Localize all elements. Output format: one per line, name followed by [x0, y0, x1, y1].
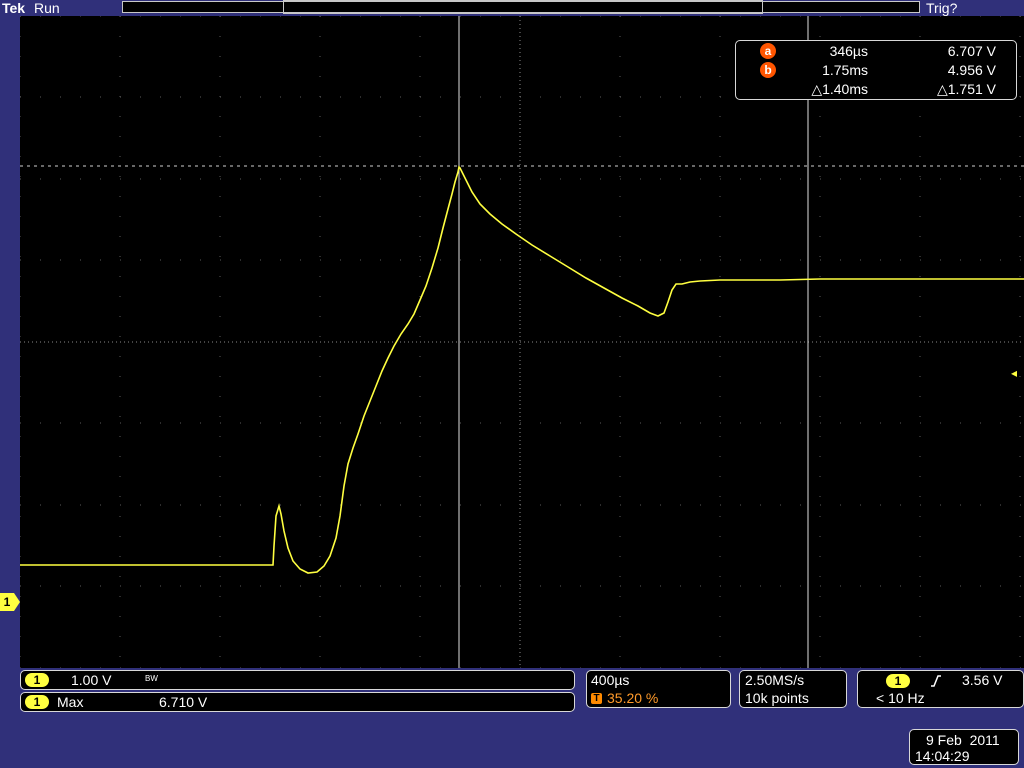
trigger-level-arrow-icon[interactable]: ◂	[1011, 366, 1023, 380]
record-length: 10k points	[745, 690, 809, 706]
rising-edge-icon	[931, 675, 941, 687]
cursor-delta-readout: △1.40ms △1.751 V	[736, 80, 1016, 98]
acquisition-panel[interactable]: 2.50MS/s 10k points	[739, 670, 847, 708]
ground-pointer-icon	[14, 593, 20, 611]
cursor-b-time: 1.75ms	[822, 62, 868, 78]
channel-1-scale-panel[interactable]: 1 1.00 V BW	[20, 670, 575, 690]
time-per-division: 400µs	[591, 672, 630, 688]
trigger-panel[interactable]: 1 3.56 V < 10 Hz	[857, 670, 1024, 708]
bandwidth-limit-icon: BW	[145, 674, 158, 683]
trigger-position-percent: 35.20 %	[607, 690, 659, 706]
graticule-svg	[20, 16, 1024, 668]
cursor-a-icon: a	[760, 43, 776, 59]
record-view-window	[283, 0, 763, 14]
cursor-b-value: 4.956 V	[947, 62, 996, 78]
trigger-source-badge: 1	[886, 674, 910, 688]
cursor-readout-panel: a 346µs 6.707 V b 1.75ms 4.956 V △1.40ms…	[735, 40, 1017, 100]
channel-1-ground-label: 1	[0, 593, 14, 611]
channel-1-badge: 1	[25, 673, 49, 687]
channel-1-ground-marker[interactable]: 1	[0, 593, 20, 611]
brand-logo: Tek	[2, 0, 26, 16]
measurement-channel-badge: 1	[25, 695, 49, 709]
measurement-label: Max	[57, 694, 84, 710]
trigger-status: Trig?	[926, 0, 958, 16]
acquisition-run-state: Run	[34, 0, 60, 16]
time: 14:04:29	[915, 748, 970, 764]
cursor-a-value: 6.707 V	[947, 43, 996, 59]
cursor-delta-time: △1.40ms	[811, 81, 868, 97]
date: 9 Feb 2011	[926, 732, 1000, 748]
timebase-panel[interactable]: 400µs T 35.20 %	[586, 670, 731, 708]
cursor-a-readout: a 346µs 6.707 V	[736, 42, 1016, 60]
cursor-b-readout: b 1.75ms 4.956 V	[736, 61, 1016, 79]
trigger-frequency: < 10 Hz	[876, 690, 925, 706]
trigger-level: 3.56 V	[962, 672, 1003, 688]
trigger-position-icon: T	[591, 693, 602, 704]
date-time-panel: 9 Feb 2011 14:04:29	[909, 729, 1019, 765]
measurement-value: 6.710 V	[159, 694, 208, 710]
channel-1-scale: 1.00 V	[71, 672, 112, 688]
sample-rate: 2.50MS/s	[745, 672, 805, 688]
measurement-panel[interactable]: 1 Max 6.710 V	[20, 692, 575, 712]
graticule-grid	[20, 16, 1024, 668]
cursor-a-time: 346µs	[829, 43, 868, 59]
cursor-b-icon: b	[760, 62, 776, 78]
waveform-display[interactable]	[20, 16, 1024, 668]
channel-1-waveform	[20, 165, 1024, 574]
status-bar: Tek Run Trig?	[0, 0, 1024, 16]
cursor-delta-value: △1.751 V	[936, 81, 996, 97]
